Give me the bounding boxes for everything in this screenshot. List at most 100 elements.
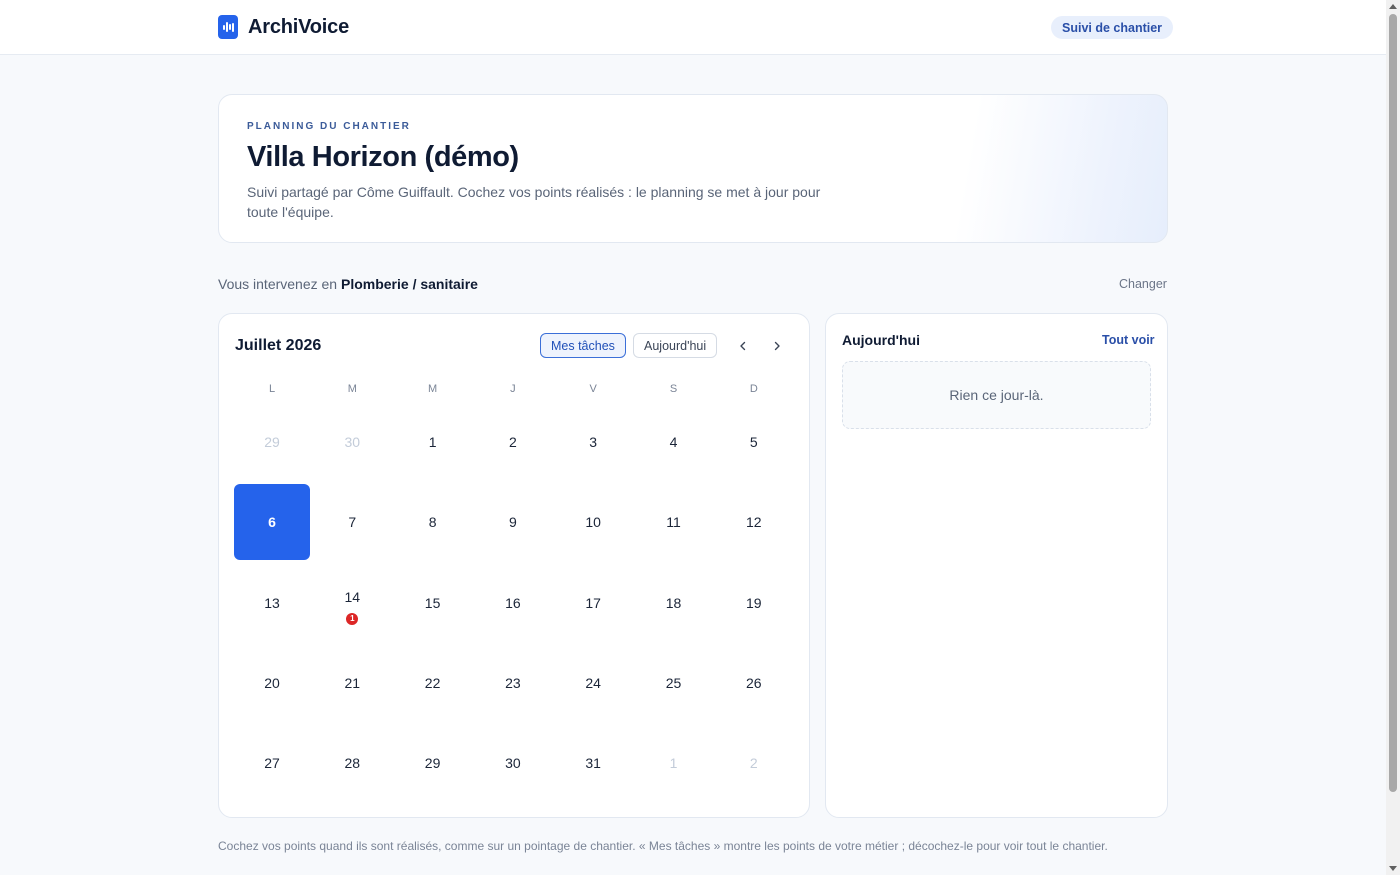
empty-state: Rien ce jour-là. [842,361,1151,429]
calendar-month: Juillet 2026 [235,337,322,354]
calendar-day[interactable]: 1 [636,725,712,801]
calendar-day[interactable]: 29 [395,725,471,801]
voice-waveform-icon [218,15,238,39]
day-number: 8 [428,514,437,531]
project-subtitle: Suivi partagé par Côme Guiffault. Cochez… [247,184,821,220]
help-footnote: Cochez vos points quand ils sont réalisé… [218,839,1108,853]
calendar-day[interactable]: 11 [636,484,712,560]
day-number: 1 [428,434,437,450]
day-number: 16 [505,594,521,611]
calendar-day[interactable]: 20 [234,645,310,721]
weekday-label: D [749,383,758,395]
previous-month-button[interactable] [733,336,753,356]
day-number: 6 [268,514,276,531]
weekday-label: J [510,383,516,395]
day-number: 31 [585,755,601,772]
change-trade-link[interactable]: Changer [1119,277,1167,291]
day-number: 17 [585,594,601,611]
day-number: 2 [749,755,758,772]
calendar-day[interactable]: 22 [395,645,471,721]
chevron-left-icon [740,341,746,351]
day-number: 5 [749,434,758,450]
calendar-day[interactable]: 28 [314,725,390,801]
day-number: 24 [585,674,601,691]
day-number: 28 [344,755,361,772]
calendar-day[interactable]: 29 [234,404,310,480]
calendar-day[interactable]: 10 [555,484,631,560]
weekday-label: M [428,383,438,395]
calendar-card: Juillet 2026 Mes tâches Aujourd'hui L M M J… [218,313,810,818]
day-number: 25 [665,674,682,691]
day-number: 26 [746,674,762,691]
calendar-day[interactable]: 30 [475,725,551,801]
calendar-day[interactable]: 1 [395,404,471,480]
trade-prefix: Vous intervenez en [218,276,338,292]
calendar-day[interactable]: 27 [234,725,310,801]
day-number: 18 [665,594,682,611]
day-number: 13 [264,594,280,611]
calendar-day[interactable]: 31 [555,725,631,801]
calendar-day-selected[interactable]: 6 [234,484,310,561]
calendar-day[interactable]: 13 [234,565,310,641]
calendar-day[interactable]: 4 [636,404,712,480]
top-bar: ArchiVoice Suivi de chantier [0,0,1386,55]
project-title: Villa Horizon (démo) [247,141,519,173]
calendar-day[interactable]: 21 [314,645,390,721]
next-month-button[interactable] [767,336,787,356]
weekday-label: M [347,383,357,395]
calendar-day[interactable]: 14 1 [314,565,390,641]
calendar-day[interactable]: 5 [716,404,792,480]
scroll-up-icon[interactable] [1389,4,1397,9]
scrollbar-thumb[interactable] [1389,14,1397,792]
weekday-label: L [268,383,276,395]
calendar-day[interactable]: 9 [475,484,551,560]
calendar-day[interactable]: 25 [636,645,712,721]
calendar-day[interactable]: 2 [475,404,551,480]
chevron-right-icon [774,341,780,351]
today-button[interactable]: Aujourd'hui [633,333,718,358]
calendar-day[interactable]: 26 [716,645,792,721]
calendar-day[interactable]: 2 [716,725,792,801]
day-number: 30 [344,434,361,450]
day-number: 7 [348,514,357,531]
day-number: 21 [344,674,361,691]
day-number: 1 [669,755,678,772]
page-scrollbar[interactable] [1386,0,1400,875]
calendar-day[interactable]: 30 [314,404,390,480]
brand[interactable]: ArchiVoice [218,15,349,39]
calendar-day[interactable]: 8 [395,484,471,560]
day-number: 10 [585,514,601,531]
see-all-link[interactable]: Tout voir [1102,333,1155,347]
calendar-day[interactable]: 7 [314,484,390,560]
day-number: 27 [264,755,280,772]
calendar-day[interactable]: 17 [555,565,631,641]
task-count-badge: 1 [346,612,359,625]
day-number: 14 [344,588,361,605]
today-panel-title: Aujourd'hui [842,332,920,348]
weekday-label: V [589,383,597,395]
day-number: 3 [589,434,598,450]
day-number: 30 [505,755,521,772]
project-hero-card: PLANNING DU CHANTIER Villa Horizon (démo… [218,94,1168,243]
brand-name: ArchiVoice [248,15,349,38]
my-tasks-toggle[interactable]: Mes tâches [540,333,626,358]
day-number: 29 [424,755,441,772]
calendar-day[interactable]: 3 [555,404,631,480]
calendar-day[interactable]: 18 [636,565,712,641]
calendar-day[interactable]: 12 [716,484,792,560]
calendar-day[interactable]: 24 [555,645,631,721]
day-number: 20 [264,674,280,691]
calendar-day[interactable]: 19 [716,565,792,641]
day-number: 23 [505,674,521,691]
day-number: 2 [508,434,517,450]
calendar-day[interactable]: 16 [475,565,551,641]
day-number: 12 [746,514,762,531]
calendar-day[interactable]: 23 [475,645,551,721]
today-panel: Aujourd'hui Tout voir Rien ce jour-là. [825,313,1168,818]
scroll-down-icon[interactable] [1389,866,1397,871]
day-number: 9 [508,514,517,531]
day-number: 19 [746,594,762,611]
site-tracking-badge: Suivi de chantier [1051,16,1174,39]
day-number: 15 [424,594,441,611]
calendar-day[interactable]: 15 [395,565,471,641]
